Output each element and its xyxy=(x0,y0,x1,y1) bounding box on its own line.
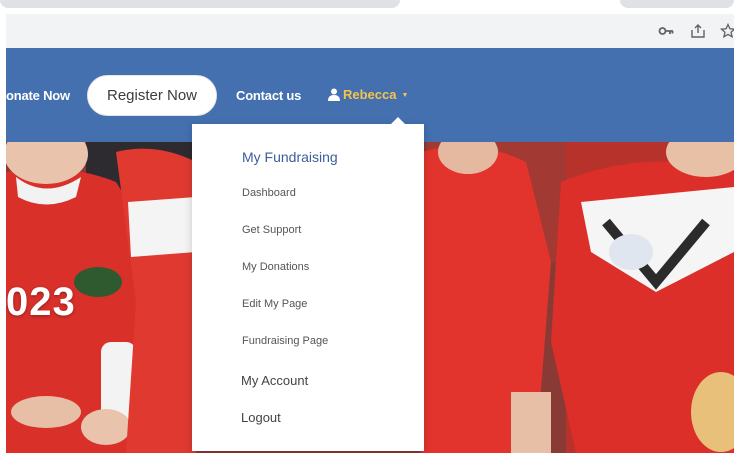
contact-us-link[interactable]: Contact us xyxy=(236,88,301,103)
menu-item-my-account[interactable]: My Account xyxy=(241,373,308,388)
menu-item-edit-my-page[interactable]: Edit My Page xyxy=(242,298,307,310)
share-icon[interactable] xyxy=(688,21,708,41)
star-icon[interactable] xyxy=(718,21,734,41)
hero-year-text: 023 xyxy=(6,280,76,324)
browser-toolbar xyxy=(0,14,734,48)
menu-item-my-donations[interactable]: My Donations xyxy=(242,261,309,273)
user-icon xyxy=(328,88,340,101)
menu-item-get-support[interactable]: Get Support xyxy=(242,224,301,236)
menu-heading-my-fundraising[interactable]: My Fundraising xyxy=(242,149,338,165)
user-name: Rebecca xyxy=(343,87,397,102)
caret-down-icon: ▼ xyxy=(401,92,409,99)
browser-tab[interactable] xyxy=(620,0,734,8)
user-dropdown-menu: My Fundraising Dashboard Get Support My … xyxy=(192,117,424,451)
browser-tab-strip xyxy=(0,0,734,14)
donate-now-link[interactable]: onate Now xyxy=(6,88,70,103)
browser-tab[interactable] xyxy=(0,0,400,8)
user-menu-toggle[interactable]: Rebecca ▼ xyxy=(328,87,408,102)
dropdown-arrow xyxy=(391,117,405,124)
key-icon[interactable] xyxy=(656,21,676,41)
register-now-button[interactable]: Register Now xyxy=(87,75,217,116)
toolbar-edge xyxy=(0,14,6,48)
menu-item-fundraising-page[interactable]: Fundraising Page xyxy=(242,335,328,347)
menu-item-dashboard[interactable]: Dashboard xyxy=(242,187,296,199)
menu-item-logout[interactable]: Logout xyxy=(241,410,281,425)
